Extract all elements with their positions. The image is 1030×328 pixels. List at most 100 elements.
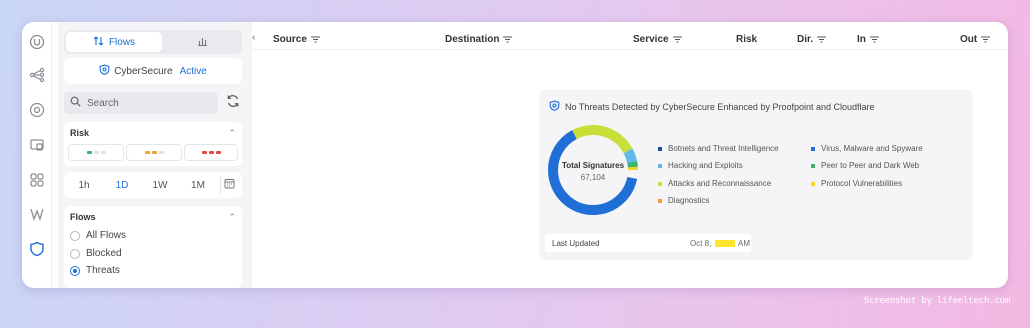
- flows-option-label: Threats: [86, 265, 120, 276]
- search-icon: [70, 94, 81, 112]
- legend-item-hacking: Hacking and Exploits: [658, 161, 743, 170]
- filter-icon[interactable]: [981, 36, 991, 43]
- watermark: Screenshot by lifeeltech.com: [863, 296, 1010, 306]
- search-input[interactable]: [87, 97, 207, 109]
- filter-icon[interactable]: [869, 36, 879, 43]
- time-1d-button[interactable]: 1D: [106, 176, 138, 194]
- cybersecure-status: Active: [179, 65, 207, 77]
- legend-swatch: [658, 181, 662, 186]
- nav-rail: [22, 22, 52, 288]
- unifi-logo-icon[interactable]: [28, 33, 46, 51]
- column-label: In: [857, 34, 866, 45]
- threat-summary-panel: No Threats Detected by CyberSecure Enhan…: [539, 90, 973, 260]
- radio-button[interactable]: [70, 230, 80, 241]
- legend-item-diagnostics: Diagnostics: [658, 196, 709, 205]
- chevron-up-icon[interactable]: ⌃: [228, 128, 236, 139]
- flows-option-label: All Flows: [86, 230, 127, 241]
- filter-icon[interactable]: [817, 36, 827, 43]
- column-header-direction[interactable]: Dir.: [797, 34, 827, 45]
- flows-heading: Flows: [70, 212, 96, 222]
- cybersecure-name: CyberSecure: [114, 65, 173, 77]
- legend-label: Attacks and Reconnaissance: [668, 179, 772, 188]
- column-header-source[interactable]: Source: [273, 34, 320, 45]
- legend-swatch: [658, 163, 662, 168]
- risk-filter-card: Risk ⌃: [64, 122, 242, 166]
- risk-high-button[interactable]: [184, 144, 238, 161]
- flows-option-all[interactable]: All Flows: [70, 230, 126, 241]
- view-toggle: Flows: [64, 30, 242, 54]
- radio-button[interactable]: [70, 248, 80, 259]
- insights-icon[interactable]: [28, 205, 46, 223]
- radio-button-selected[interactable]: [70, 265, 80, 276]
- filter-icon[interactable]: [310, 36, 320, 43]
- flows-view-label: Flows: [108, 36, 136, 48]
- column-header-out[interactable]: Out: [960, 34, 991, 45]
- search-field[interactable]: [64, 92, 218, 114]
- flows-option-threats[interactable]: Threats: [70, 265, 120, 276]
- risk-medium-button[interactable]: [126, 144, 182, 161]
- filter-icon[interactable]: [503, 36, 513, 43]
- legend-label: Virus, Malware and Spyware: [821, 144, 923, 153]
- bar-chart-icon: [197, 36, 208, 49]
- calendar-button[interactable]: [220, 176, 238, 194]
- legend-item-protocol: Protocol Vulnerabilities: [811, 179, 902, 188]
- legend-item-p2p: Peer to Peer and Dark Web: [811, 161, 919, 170]
- refresh-icon: [226, 94, 240, 113]
- column-header-risk[interactable]: Risk: [736, 34, 757, 45]
- table-header: ‹ Source Destination Service Risk Dir. I…: [252, 22, 1008, 50]
- column-label: Risk: [736, 34, 758, 45]
- flows-option-label: Blocked: [86, 248, 122, 259]
- devices-icon[interactable]: [28, 101, 46, 119]
- filter-icon[interactable]: [672, 36, 682, 43]
- legend-swatch: [811, 181, 815, 186]
- last-updated-label: Last Updated: [552, 238, 600, 248]
- risk-heading: Risk: [70, 128, 90, 138]
- donut-center-label: Total Signatures: [562, 161, 625, 170]
- filter-sidebar: Flows CyberSecure Active Search Risk ⌃ 1…: [58, 22, 252, 288]
- legend-item-malware: Virus, Malware and Spyware: [811, 144, 923, 153]
- legend-label: Peer to Peer and Dark Web: [821, 161, 920, 170]
- chart-view-button[interactable]: [164, 32, 240, 52]
- cybersecure-status-card: CyberSecure Active: [64, 58, 242, 84]
- threat-panel-title-text: No Threats Detected by CyberSecure Enhan…: [565, 102, 875, 112]
- refresh-button[interactable]: [224, 94, 242, 112]
- column-label: Service: [633, 34, 669, 45]
- sort-arrows-icon: [93, 35, 104, 49]
- flows-option-blocked[interactable]: Blocked: [70, 248, 122, 259]
- cybersecure-badge-icon: [99, 63, 110, 79]
- legend-label: Hacking and Exploits: [668, 161, 743, 170]
- column-header-in[interactable]: In: [857, 34, 879, 45]
- chevron-up-icon[interactable]: ⌃: [228, 212, 236, 223]
- time-1m-button[interactable]: 1M: [182, 176, 214, 194]
- legend-swatch: [811, 163, 815, 168]
- column-label: Destination: [445, 34, 500, 45]
- legend-label: Protocol Vulnerabilities: [821, 179, 903, 188]
- threat-panel-title: No Threats Detected by CyberSecure Enhan…: [549, 100, 875, 114]
- clients-icon[interactable]: [28, 136, 46, 154]
- time-1w-button[interactable]: 1W: [144, 176, 176, 194]
- last-updated-time: AM: [715, 239, 750, 248]
- legend-label: Diagnostics: [668, 196, 710, 205]
- column-header-destination[interactable]: Destination: [445, 34, 513, 45]
- time-range-card: 1h 1D 1W 1M: [64, 172, 242, 198]
- collapse-sidebar-icon[interactable]: ‹: [252, 32, 262, 43]
- legend-swatch: [811, 146, 815, 151]
- column-header-service[interactable]: Service: [633, 34, 682, 45]
- legend-swatch: [658, 146, 662, 151]
- donut-center-value: 67,104: [581, 173, 606, 182]
- signatures-donut-chart: Total Signatures 67,104: [548, 125, 638, 215]
- flows-main-area: ‹ Source Destination Service Risk Dir. I…: [252, 22, 1008, 288]
- legend-swatch: [658, 198, 662, 203]
- column-label: Out: [960, 34, 978, 45]
- column-label: Dir.: [797, 34, 814, 45]
- cybersecure-shield-icon[interactable]: [28, 240, 46, 258]
- redaction-mark: [715, 239, 735, 247]
- last-updated-suffix: AM: [738, 238, 750, 248]
- last-updated-date: Oct 8,: [690, 238, 712, 248]
- dashboard-icon[interactable]: [28, 171, 46, 189]
- time-1h-button[interactable]: 1h: [68, 176, 100, 194]
- topology-icon[interactable]: [28, 66, 46, 84]
- risk-low-button[interactable]: [68, 144, 124, 161]
- flows-view-button[interactable]: Flows: [66, 32, 162, 52]
- flows-filter-card: Flows ⌃ All Flows Blocked Threats: [64, 206, 242, 288]
